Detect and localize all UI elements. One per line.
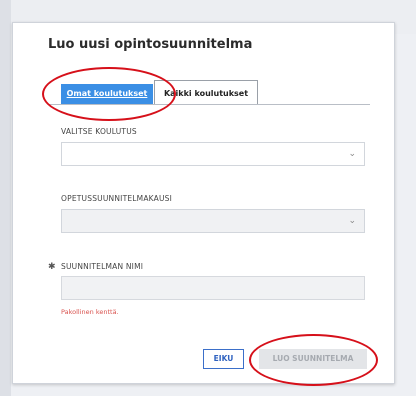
- plan-name-label: SUUNNITELMAN NIMI: [61, 262, 144, 271]
- chevron-down-icon: ⌄: [348, 149, 356, 159]
- create-plan-button[interactable]: LUO SUUNNITELMA: [259, 349, 367, 369]
- education-label: VALITSE KOULUTUS: [61, 127, 137, 136]
- curriculum-term-select[interactable]: ⌄: [61, 209, 365, 233]
- create-plan-dialog: [12, 22, 395, 384]
- curriculum-term-label: OPETUSSUUNNITELMAKAUSI: [61, 194, 173, 203]
- education-select[interactable]: ⌄: [61, 142, 365, 166]
- tab-divider: [48, 104, 370, 105]
- plan-name-error: Pakollinen kenttä.: [61, 308, 119, 316]
- plan-name-input[interactable]: [61, 276, 365, 300]
- chevron-down-icon: ⌄: [348, 216, 356, 226]
- sidebar-edge: [0, 0, 11, 396]
- cancel-button[interactable]: EIKU: [203, 349, 244, 369]
- tab-all-educations[interactable]: Kaikki koulutukset: [154, 80, 258, 105]
- tab-own-educations[interactable]: Omat koulutukset: [61, 84, 153, 104]
- required-asterisk-icon: ✱: [48, 262, 56, 272]
- dialog-title: Luo uusi opintosuunnitelma: [48, 37, 253, 52]
